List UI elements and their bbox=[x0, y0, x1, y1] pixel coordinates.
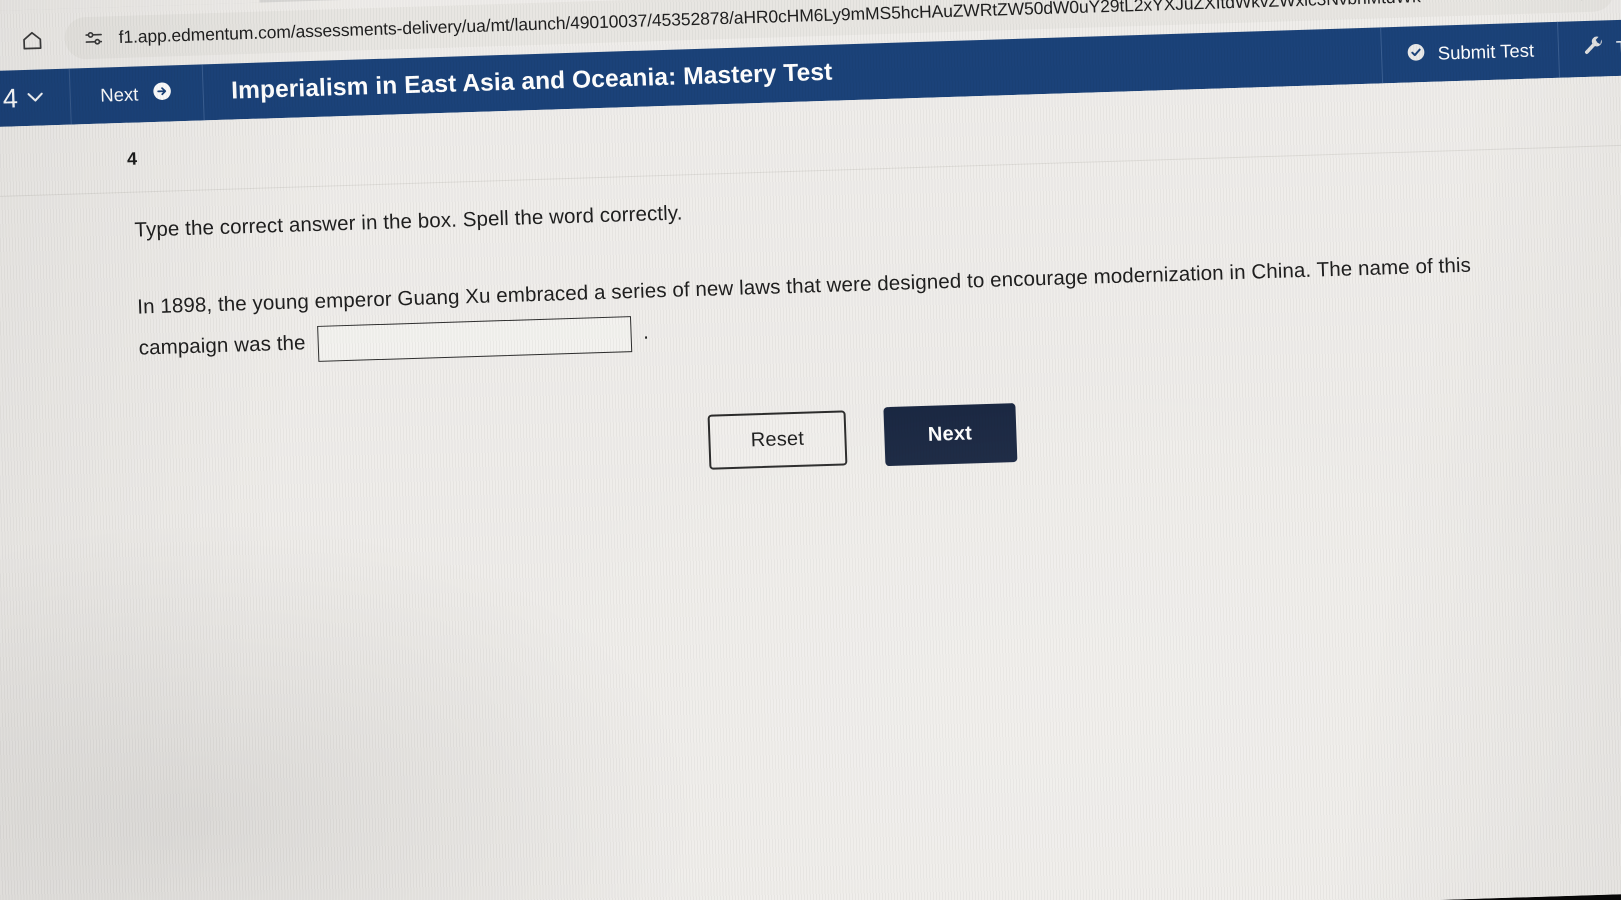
assessment-header-right: Submit Test Tool bbox=[1379, 18, 1621, 84]
reload-icon[interactable] bbox=[0, 22, 7, 61]
tools-button[interactable]: Tool bbox=[1557, 18, 1621, 78]
photographed-screen: perialism in East Asia and O × + bbox=[0, 0, 1621, 900]
assessment-content: 4 Type the correct answer in the box. Sp… bbox=[0, 74, 1621, 900]
answer-input[interactable] bbox=[316, 315, 632, 362]
wrench-icon bbox=[1583, 35, 1605, 62]
next-question-nav-label: Next bbox=[99, 83, 139, 106]
action-button-row: Reset Next bbox=[0, 382, 1621, 495]
check-circle-icon bbox=[1405, 42, 1426, 68]
next-question-nav-button[interactable]: Next bbox=[69, 64, 205, 125]
question-selector-dropdown[interactable]: 4 bbox=[0, 68, 72, 128]
site-settings-sliders-icon[interactable] bbox=[80, 24, 107, 51]
question-selector-number: 4 bbox=[2, 82, 19, 114]
tools-label: Tool bbox=[1615, 35, 1621, 59]
submit-test-button[interactable]: Submit Test bbox=[1379, 21, 1560, 84]
chevron-down-icon bbox=[26, 87, 44, 108]
submit-test-label: Submit Test bbox=[1437, 39, 1535, 64]
star-icon[interactable] bbox=[1569, 0, 1604, 8]
arrow-right-circle-icon bbox=[151, 80, 173, 107]
reset-button[interactable]: Reset bbox=[707, 410, 847, 470]
next-button[interactable]: Next bbox=[882, 403, 1018, 467]
screen-surface: perialism in East Asia and O × + bbox=[0, 0, 1621, 900]
browser-window: perialism in East Asia and O × + bbox=[0, 0, 1621, 900]
home-icon[interactable] bbox=[12, 20, 51, 59]
question-text-trailing: . bbox=[642, 320, 650, 344]
